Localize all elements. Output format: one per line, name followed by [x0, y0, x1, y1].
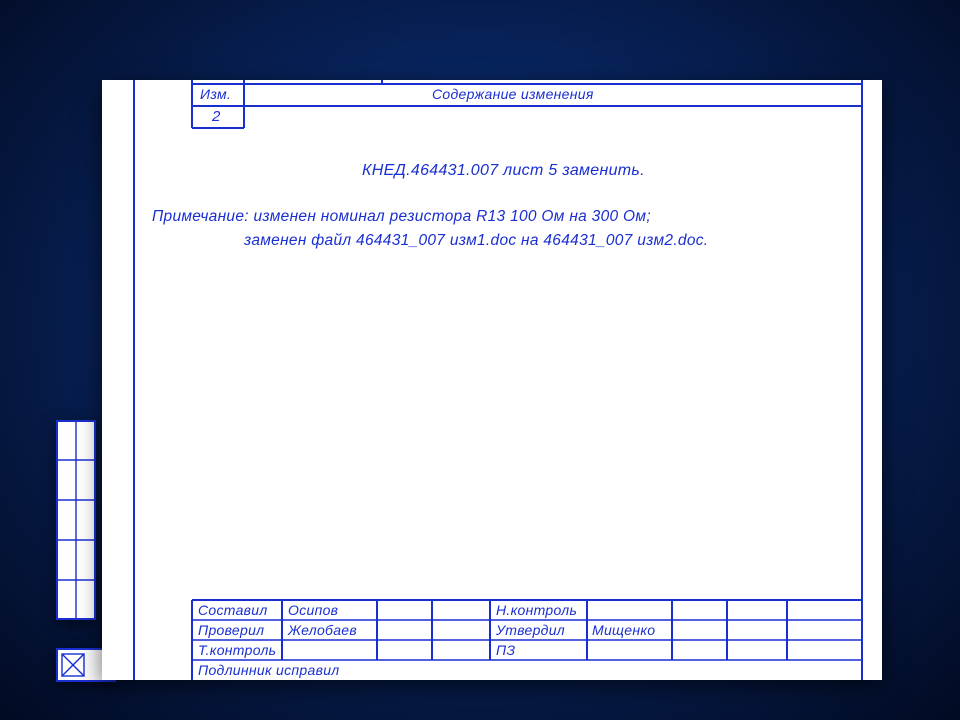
header-col-change: Изм. — [200, 86, 231, 102]
footer-name-0: Осипов — [288, 602, 338, 618]
footer-role2-1: Утвердил — [496, 622, 565, 638]
footer-role-1: Проверил — [198, 622, 264, 638]
header-col-content: Содержание изменения — [432, 86, 594, 102]
footer-role2-2: ПЗ — [496, 642, 515, 658]
footer-name2-1: Мищенко — [592, 622, 655, 638]
footer-role-0: Составил — [198, 602, 268, 618]
slide-stage: Изм. Содержание изменения 2 КНЕД.464431.… — [50, 60, 910, 690]
body-note-line2: заменен файл 464431_007 изм1.doc на 4644… — [244, 232, 708, 250]
footer-role-2: Т.контроль — [198, 642, 276, 658]
side-margin-block — [56, 420, 96, 620]
footer-role2-0: Н.контроль — [496, 602, 577, 618]
header-change-number: 2 — [212, 108, 221, 125]
document-sheet: Изм. Содержание изменения 2 КНЕД.464431.… — [102, 80, 882, 680]
footer-bottom-line: Подлинник исправил — [198, 662, 340, 678]
body-note-line1: Примечание: изменен номинал резистора R1… — [152, 208, 651, 226]
body-title: КНЕД.464431.007 лист 5 заменить. — [362, 162, 645, 180]
footer-name-1: Желобаев — [288, 622, 357, 638]
